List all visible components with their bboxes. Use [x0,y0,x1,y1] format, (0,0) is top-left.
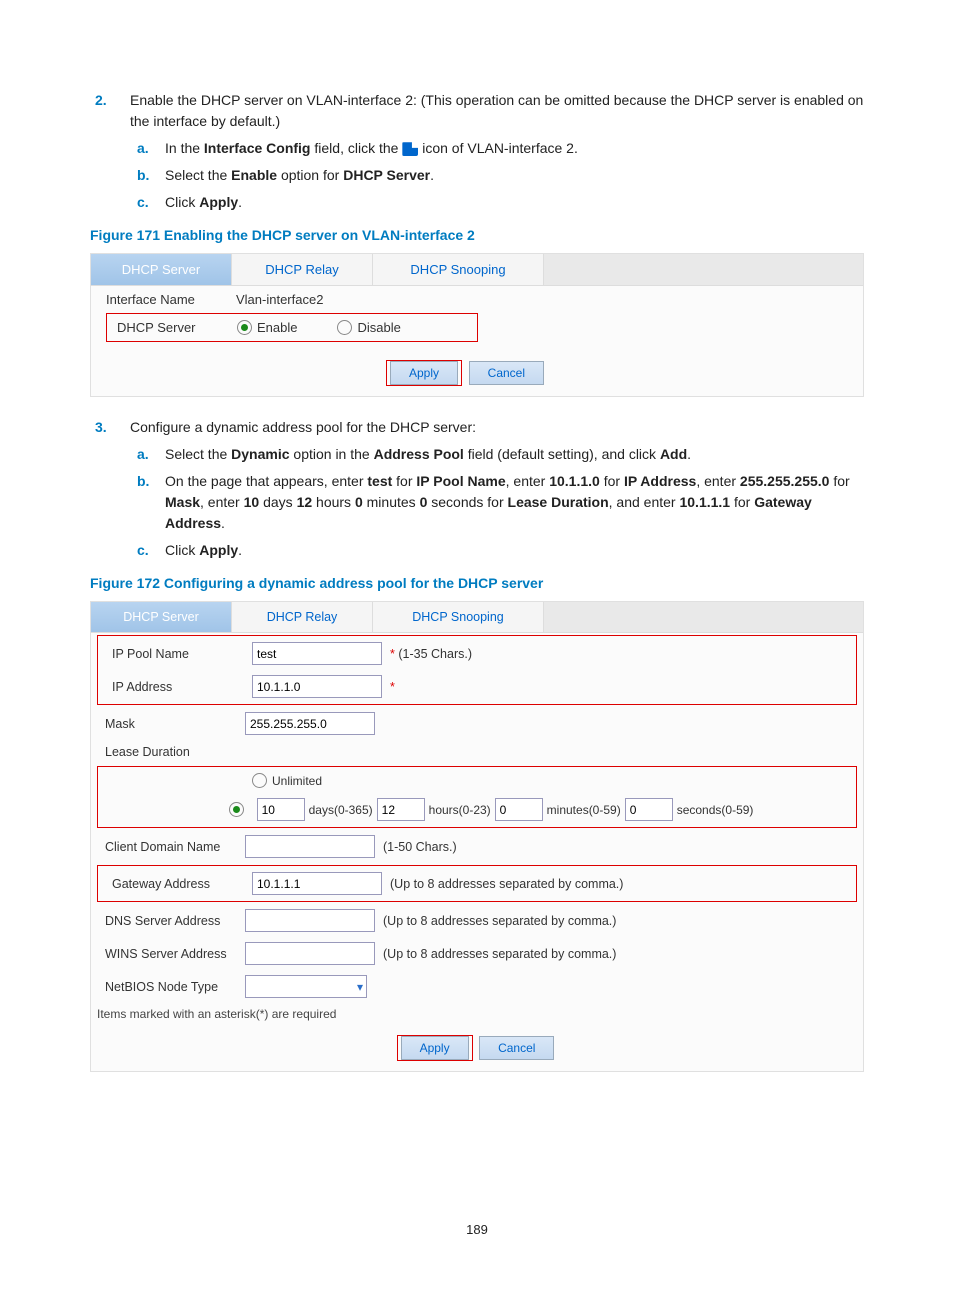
netbios-select[interactable]: ▾ [245,975,367,998]
tab-dhcp-snooping-2[interactable]: DHCP Snooping [373,602,544,632]
step-3-text: Configure a dynamic address pool for the… [130,419,476,435]
step-2-number: 2. [95,90,107,111]
chevron-down-icon: ▾ [357,980,366,994]
step-2b-letter: b. [137,165,149,186]
step-2a: a. In the Interface Config field, click … [165,138,864,159]
figure-171-caption: Figure 171 Enabling the DHCP server on V… [90,227,864,243]
client-domain-input[interactable] [245,835,375,858]
step-2b: b. Select the Enable option for DHCP Ser… [165,165,864,186]
radio-duration[interactable] [229,802,249,817]
step-2: 2. Enable the DHCP server on VLAN-interf… [130,90,864,213]
radio-dot-icon [237,320,252,335]
radio-dot-icon [229,802,244,817]
screenshot-2: DHCP Server DHCP Relay DHCP Snooping IP … [90,601,864,1072]
radio-disable[interactable]: Disable [337,320,400,335]
cancel-button-2[interactable]: Cancel [479,1036,554,1060]
step-2-text: Enable the DHCP server on VLAN-interface… [130,92,863,129]
step-2c: c. Click Apply. [165,192,864,213]
step-3c: c. Click Apply. [165,540,864,561]
radio-enable[interactable]: Enable [237,320,297,335]
step-3: 3. Configure a dynamic address pool for … [130,417,864,561]
apply-button-2[interactable]: Apply [401,1036,469,1060]
page-number: 189 [90,1222,864,1237]
required-note: Items marked with an asterisk(*) are req… [91,1003,863,1025]
step-3b: b. On the page that appears, enter test … [165,471,864,534]
tab-dhcp-relay-2[interactable]: DHCP Relay [232,602,373,632]
apply-button[interactable]: Apply [390,361,458,385]
interface-name-label: Interface Name [106,292,236,307]
wins-input[interactable] [245,942,375,965]
tab-dhcp-relay[interactable]: DHCP Relay [232,254,373,285]
dns-input[interactable] [245,909,375,932]
ip-pool-name-input[interactable] [252,642,382,665]
step-2c-letter: c. [137,192,149,213]
step-2a-letter: a. [137,138,149,159]
edit-icon [402,142,418,156]
gateway-row: Gateway Address (Up to 8 addresses separ… [97,865,857,902]
dhcp-server-label: DHCP Server [117,320,237,335]
tab-dhcp-server-2[interactable]: DHCP Server [91,602,232,632]
step-3a: a. Select the Dynamic option in the Addr… [165,444,864,465]
apply-highlight: Apply [386,360,462,386]
apply-highlight-2: Apply [397,1035,473,1061]
radio-unlimited[interactable]: Unlimited [252,773,322,788]
lease-duration-row: Unlimited days(0-365) hours(0-23) minute… [97,766,857,828]
hours-input[interactable] [377,798,425,821]
figure-172-caption: Figure 172 Configuring a dynamic address… [90,575,864,591]
dhcp-server-row: DHCP Server Enable Disable [106,313,478,342]
cancel-button[interactable]: Cancel [469,361,544,385]
mask-input[interactable] [245,712,375,735]
minutes-input[interactable] [495,798,543,821]
tab-dhcp-server[interactable]: DHCP Server [91,254,232,285]
gateway-input[interactable] [252,872,382,895]
ip-pool-name-row: IP Pool Name * (1-35 Chars.) IP Address … [97,635,857,705]
seconds-input[interactable] [625,798,673,821]
step-3-number: 3. [95,417,107,438]
ip-address-input[interactable] [252,675,382,698]
days-input[interactable] [257,798,305,821]
radio-dot-icon [252,773,267,788]
screenshot-1: DHCP Server DHCP Relay DHCP Snooping Int… [90,253,864,397]
radio-dot-icon [337,320,352,335]
tab-dhcp-snooping[interactable]: DHCP Snooping [373,254,544,285]
interface-name-value: Vlan-interface2 [236,292,323,307]
